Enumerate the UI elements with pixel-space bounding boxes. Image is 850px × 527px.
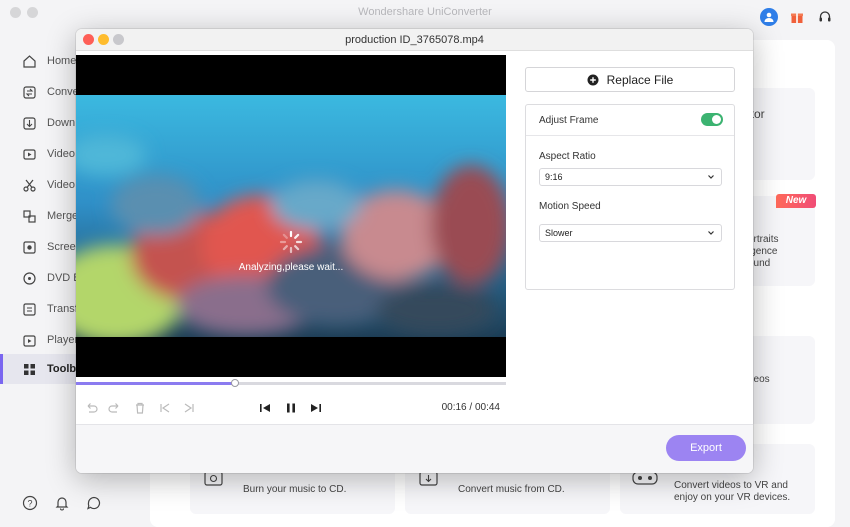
app-title: Wondershare UniConverter [358, 6, 492, 18]
sidebar-item-label: Video [47, 179, 75, 191]
aspect-ratio-label: Aspect Ratio [539, 151, 596, 162]
dvd-icon [23, 271, 36, 285]
playback-controls: 00:16 / 00:44 [76, 397, 506, 421]
sidebar-bottom-icons: ? [22, 495, 102, 511]
dialog-maximize-button[interactable] [113, 34, 124, 45]
transfer-icon [23, 302, 36, 316]
redo-icon[interactable] [108, 401, 122, 415]
home-icon [23, 54, 36, 68]
export-button[interactable]: Export [666, 435, 746, 461]
window-close-dot[interactable] [10, 7, 21, 18]
sidebar-item-label: Conve [47, 86, 79, 98]
motion-speed-select[interactable]: Slower [539, 224, 722, 242]
card-text: Convert music from CD. [458, 484, 565, 495]
skip-to-start-icon[interactable] [158, 401, 172, 415]
analyzing-status-text: Analyzing,please wait... [238, 262, 344, 273]
chevron-down-icon [708, 231, 714, 235]
card-text: Burn your music to CD. [243, 484, 347, 495]
aspect-ratio-value: 9:16 [545, 172, 563, 182]
delete-icon[interactable] [133, 401, 147, 415]
aspect-ratio-select[interactable]: 9:16 [539, 168, 722, 186]
notification-bell-icon[interactable] [54, 495, 70, 511]
app-header-icons [760, 8, 834, 26]
merge-icon [23, 209, 36, 223]
sidebar-item-label: Player [47, 334, 79, 346]
dialog-minimize-button[interactable] [98, 34, 109, 45]
card-text: enjoy on your VR devices. [674, 492, 791, 503]
support-headset-icon[interactable] [816, 8, 834, 26]
playback-progress-bar[interactable] [76, 379, 506, 387]
dialog-footer [76, 424, 753, 473]
app-titlebar: Wondershare UniConverter [0, 0, 850, 24]
sidebar-item-label: Down [47, 117, 76, 129]
help-icon[interactable]: ? [22, 495, 38, 511]
sidebar-item-label: Video [47, 148, 75, 160]
skip-to-end-icon[interactable] [182, 401, 196, 415]
new-badge: New [776, 194, 816, 208]
playback-time: 00:16 / 00:44 [442, 402, 500, 413]
motion-speed-value: Slower [545, 228, 573, 238]
download-icon [23, 116, 36, 130]
scissors-icon [23, 179, 36, 192]
gift-icon[interactable] [788, 8, 806, 26]
card-text: Convert videos to VR and [674, 480, 788, 491]
sidebar-item-label: Scree [47, 241, 76, 253]
sidebar-item-label: Home [47, 55, 77, 67]
chevron-down-icon [708, 175, 714, 179]
convert-icon [23, 85, 36, 99]
toolbox-icon [24, 363, 35, 375]
sidebar-item-label: Transf [47, 303, 78, 315]
replace-file-button[interactable]: Replace File [525, 67, 735, 92]
video-preview[interactable]: Analyzing,please wait... [76, 55, 506, 377]
account-icon[interactable] [760, 8, 778, 26]
adjust-frame-toggle[interactable] [701, 113, 723, 126]
plus-circle-icon [587, 74, 599, 85]
pause-icon[interactable] [284, 401, 298, 415]
total-time: 00:44 [474, 402, 500, 413]
undo-icon[interactable] [84, 401, 98, 415]
screen-record-icon [23, 240, 36, 254]
dialog-title: production ID_3765078.mp4 [345, 33, 484, 46]
loading-spinner-icon [279, 230, 303, 254]
window-minimize-dot[interactable] [27, 7, 38, 18]
replace-file-label: Replace File [606, 72, 674, 87]
video-edit-icon [23, 148, 36, 160]
feedback-icon[interactable] [86, 495, 102, 511]
motion-speed-label: Motion Speed [539, 201, 601, 212]
video-frame-image [76, 95, 506, 337]
svg-text:?: ? [27, 499, 32, 509]
adjust-frame-label: Adjust Frame [539, 115, 599, 126]
dialog-titlebar: production ID_3765078.mp4 [76, 29, 753, 51]
reframe-settings-panel: Adjust Frame Aspect Ratio 9:16 Motion Sp… [525, 104, 735, 290]
next-frame-icon[interactable] [309, 401, 323, 415]
progress-thumb[interactable] [231, 379, 240, 387]
reframe-dialog: production ID_3765078.mp4 Analyzing,plea… [76, 29, 753, 473]
current-time: 00:16 [441, 402, 467, 413]
previous-frame-icon[interactable] [258, 401, 272, 415]
settings-divider [526, 135, 734, 136]
progress-fill [76, 382, 236, 385]
sidebar-item-label: Merge [47, 210, 79, 222]
time-separator: / [469, 402, 473, 413]
player-icon [23, 334, 36, 347]
dialog-close-button[interactable] [83, 34, 94, 45]
